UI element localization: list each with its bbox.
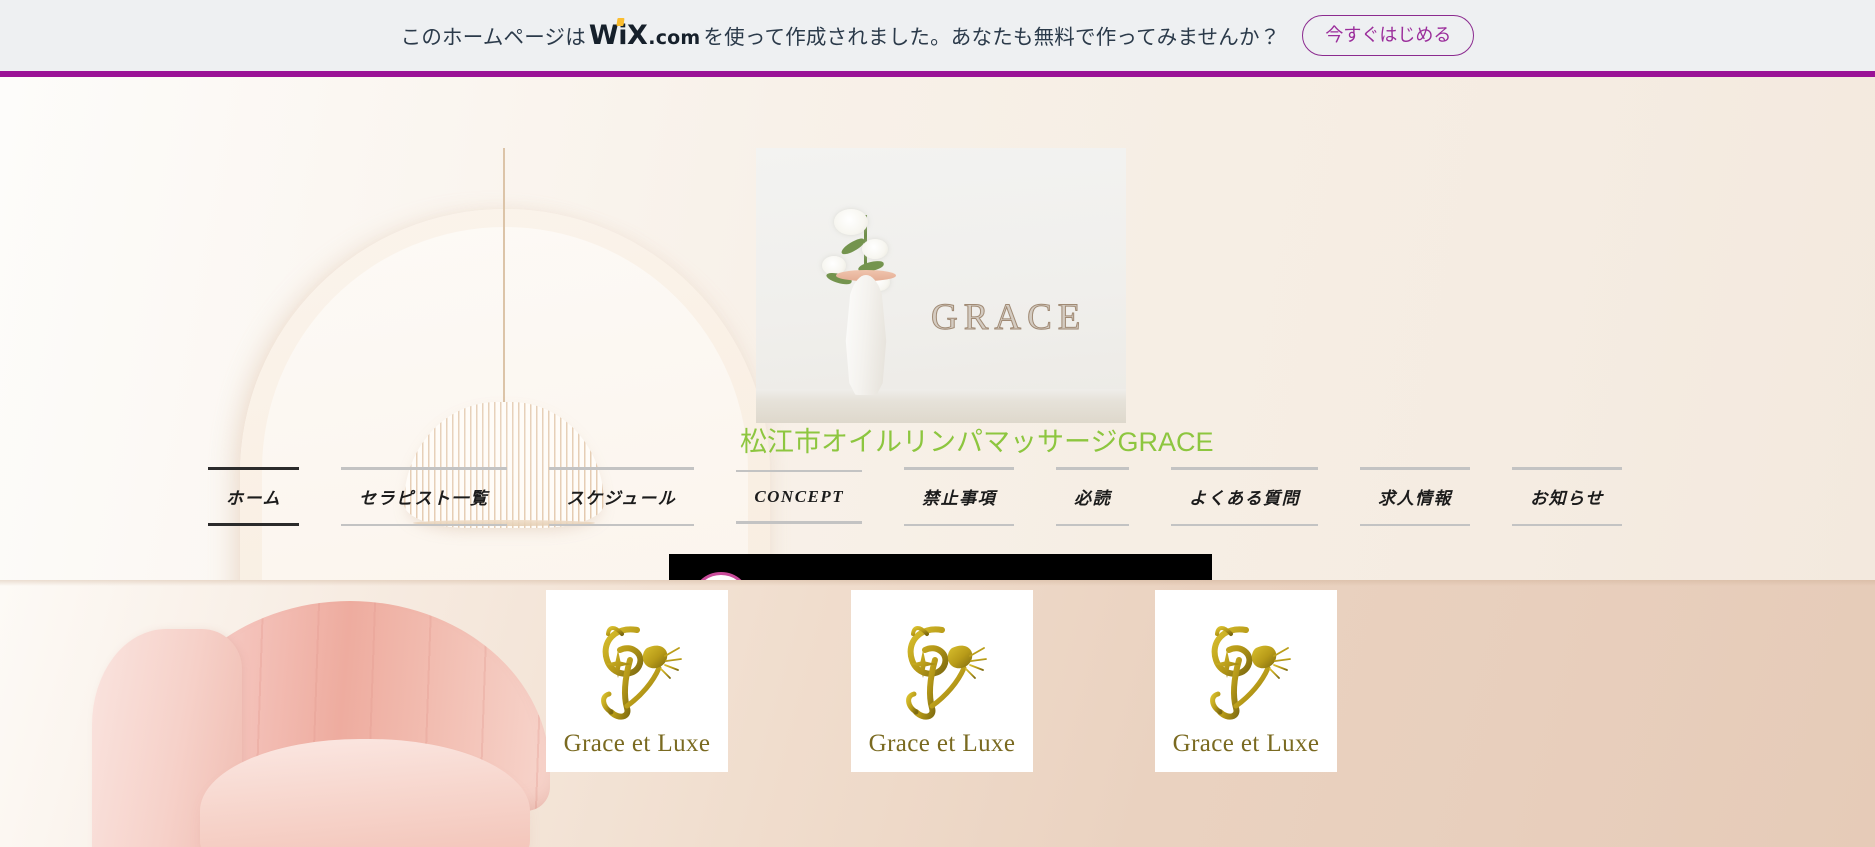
wix-promo-text: このホームページは WiX .com を使って作成されました。あなたも無料で作っ… [400,18,1281,51]
nav-item-label: ホーム [226,489,281,508]
nav-item-label: よくある質問 [1189,489,1301,508]
grace-hero-photo: GRACE [756,148,1126,423]
nav-item-label: CONCEPT [754,486,845,506]
logo-card[interactable]: Grace et Luxe [851,590,1033,772]
nav-item-must-read[interactable]: 必読 [1056,467,1130,526]
grace-et-luxe-logo-icon [880,616,1004,728]
new-badge: NEW [691,572,751,580]
logo-card-row: Grace et Luxe Grace et Luxe Grace et Lux… [0,580,1875,847]
nav-item-label: お知らせ [1530,489,1604,508]
nav-item-concept[interactable]: CONCEPT [736,469,863,524]
nav-item-schedule[interactable]: スケジュール [548,467,695,526]
page-title: 松江市オイルリンパマッサージGRACE [740,427,1214,457]
grace-wordmark: GRACE [930,297,1087,339]
wix-logo-tld: .com [648,27,701,49]
nav-item-prohibited[interactable]: 禁止事項 [904,467,1015,526]
grace-et-luxe-logo-icon [1184,616,1308,728]
logo-card[interactable]: Grace et Luxe [1155,590,1337,772]
nav-item-recruitment[interactable]: 求人情報 [1360,467,1471,526]
nav-item-therapists[interactable]: セラピスト一覧 [341,467,507,526]
wix-promo-banner: このホームページは WiX .com を使って作成されました。あなたも無料で作っ… [0,0,1875,71]
gallery-section: Grace et Luxe Grace et Luxe Grace et Lux… [0,580,1875,847]
start-now-button[interactable]: 今すぐはじめる [1302,15,1475,56]
main-navigation: ホーム セラピスト一覧 スケジュール CONCEPT 禁止事項 必読 よくある質… [0,467,1875,526]
vase-decoration [845,275,887,395]
nav-item-faq[interactable]: よくある質問 [1171,467,1319,526]
wix-logo: WiX .com [589,18,701,51]
wix-promo-text-after: を使って作成されました。あなたも無料で作ってみませんか？ [703,26,1281,49]
nav-item-news[interactable]: お知らせ [1512,467,1622,526]
flower-bloom-icon [862,239,888,259]
hero-section: GRACE 松江市オイルリンパマッサージGRACE ホーム セラピスト一覧 スケ… [0,77,1875,580]
grace-et-luxe-logo-icon [575,616,699,728]
pendant-lamp-cord [503,148,505,411]
logo-card-caption: Grace et Luxe [1172,730,1320,757]
wix-promo-text-before: このホームページは [400,26,586,49]
announcement-banner[interactable]: NEW 定休日などのご案内 [669,554,1212,580]
nav-item-label: 必読 [1074,489,1112,508]
nav-item-label: 禁止事項 [922,489,997,508]
nav-item-label: スケジュール [566,489,677,508]
logo-card-caption: Grace et Luxe [563,730,711,757]
nav-item-label: セラピスト一覧 [359,489,489,508]
logo-card[interactable]: Grace et Luxe [546,590,728,772]
flower-bloom-icon [834,209,868,235]
shelf-decoration [756,389,1126,423]
logo-card-caption: Grace et Luxe [868,730,1016,757]
nav-item-label: 求人情報 [1378,489,1453,508]
nav-item-home[interactable]: ホーム [208,467,299,526]
